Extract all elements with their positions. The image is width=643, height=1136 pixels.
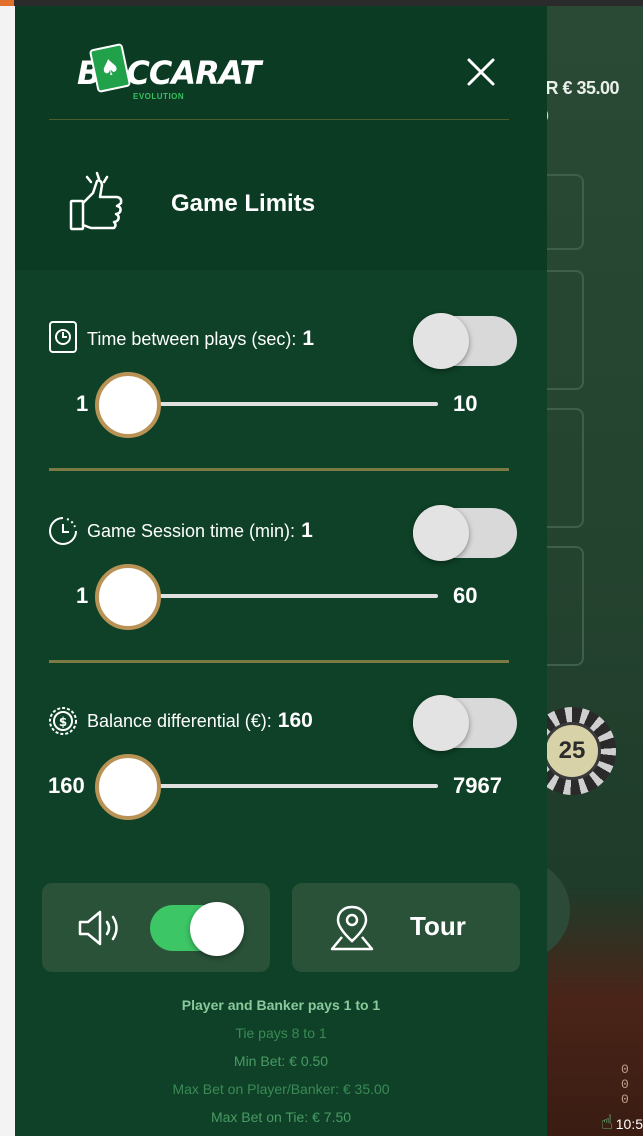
- slider-handle[interactable]: [95, 754, 161, 820]
- toggle-knob: [190, 902, 244, 956]
- time-between-plays-value: 1: [302, 327, 315, 350]
- section-divider: [49, 468, 509, 471]
- game-session-time-label: Game Session time (min): 1: [87, 519, 313, 542]
- timer-card-icon: [49, 321, 77, 353]
- sound-button[interactable]: [42, 883, 270, 972]
- slider-min: 1: [76, 391, 89, 416]
- bg-counter: 0: [621, 1077, 629, 1092]
- balance-differential-section: $ Balance differential (€): 160 160 7967: [15, 695, 547, 896]
- hand-icon: ☝: [600, 1110, 613, 1134]
- info-line: Max Bet on Tie: € 7.50: [210, 1109, 352, 1125]
- slider-min: 1: [76, 583, 89, 608]
- svg-text:$: $: [59, 715, 67, 729]
- balance-differential-toggle[interactable]: [413, 695, 517, 751]
- thumbs-up-icon: [69, 171, 123, 231]
- slider-track[interactable]: [145, 402, 438, 406]
- toggle-knob: [413, 313, 469, 369]
- section-divider: [49, 660, 509, 663]
- slider-track[interactable]: [145, 594, 438, 598]
- info-line: Tie pays 8 to 1: [235, 1025, 327, 1041]
- coin-icon: $: [49, 707, 77, 735]
- tour-label: Tour: [410, 911, 466, 941]
- time-between-plays-label: Time between plays (sec): 1: [87, 327, 315, 350]
- bg-counters: 0 0 0: [621, 1062, 631, 1107]
- slider-max: 7967: [453, 773, 502, 798]
- left-edge: [0, 6, 15, 1136]
- info-line: Min Bet: € 0.50: [233, 1053, 329, 1069]
- slider-track[interactable]: [145, 784, 438, 788]
- balance-differential-label: Balance differential (€): 160: [87, 709, 313, 732]
- game-session-time-toggle[interactable]: [413, 505, 517, 561]
- clock: 10:5: [615, 1116, 643, 1132]
- game-session-time-section: Game Session time (min): 1 1 60: [15, 505, 547, 706]
- sound-toggle[interactable]: [150, 902, 244, 956]
- game-limits-panel: B CCARAT ♠ EVOLUTION Game Limits Time be…: [15, 6, 547, 1136]
- chip-value: 25: [543, 722, 601, 780]
- close-button[interactable]: [461, 52, 501, 92]
- slider-min: 160: [48, 773, 85, 798]
- toggle-knob: [413, 695, 469, 751]
- bg-counter: 0: [621, 1092, 629, 1107]
- slider-max: 60: [453, 583, 478, 608]
- info-line: Max Bet on Player/Banker: € 35.00: [172, 1081, 390, 1097]
- header-divider: [49, 119, 509, 120]
- clock-icon: [49, 517, 77, 545]
- panel-header: B CCARAT ♠ EVOLUTION Game Limits: [15, 6, 547, 270]
- close-icon: [467, 58, 495, 86]
- baccarat-logo: B CCARAT ♠ EVOLUTION: [77, 42, 277, 106]
- slider-handle[interactable]: [95, 564, 161, 630]
- info-line: Player and Banker pays 1 to 1: [181, 997, 381, 1013]
- speaker-icon: [78, 910, 118, 946]
- time-between-plays-section: Time between plays (sec): 1 1 10: [15, 313, 547, 514]
- page-title: Game Limits: [171, 190, 316, 217]
- map-pin-icon: [330, 905, 374, 951]
- slider-max: 10: [453, 391, 478, 416]
- time-between-plays-toggle[interactable]: [413, 313, 517, 369]
- toggle-knob: [413, 505, 469, 561]
- payout-info: Player and Banker pays 1 to 1 Tie pays 8…: [15, 991, 547, 1131]
- game-session-time-value: 1: [301, 519, 313, 542]
- bg-counter: 0: [621, 1062, 629, 1077]
- logo-subtitle: EVOLUTION: [133, 92, 185, 101]
- tour-button[interactable]: Tour: [292, 883, 520, 972]
- slider-handle[interactable]: [95, 372, 161, 438]
- balance-differential-value: 160: [277, 709, 313, 732]
